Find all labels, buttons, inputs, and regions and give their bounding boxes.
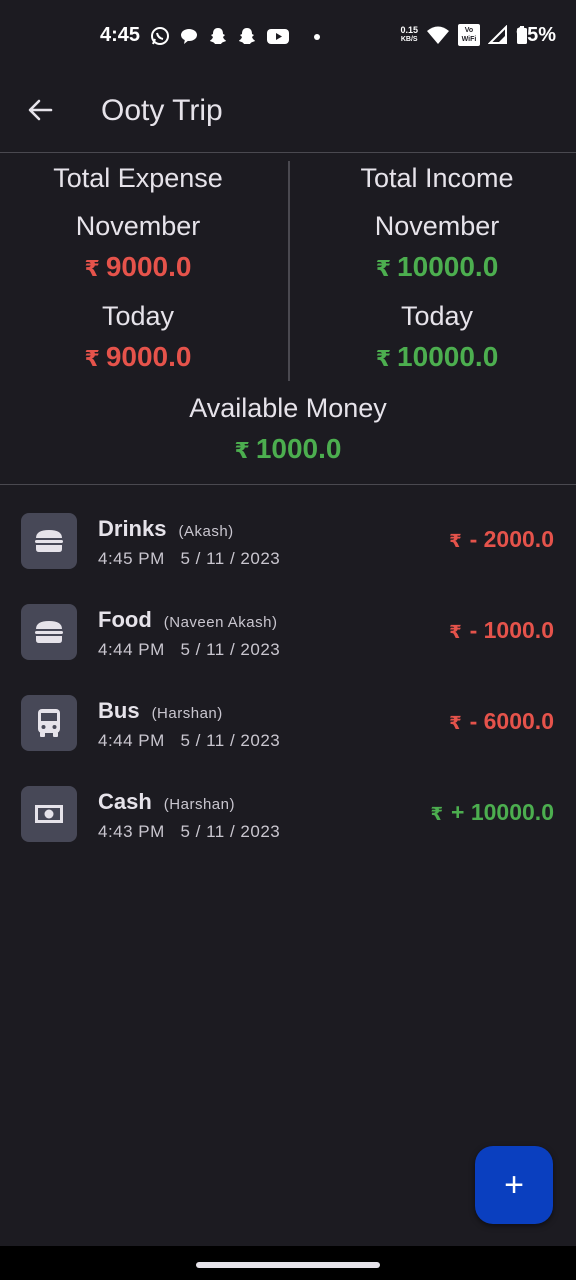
transaction-date: 5 / 11 / 2023 bbox=[180, 549, 281, 568]
cash-icon bbox=[35, 805, 63, 823]
transaction-datetime: 4:44 PM 5 / 11 / 2023 bbox=[98, 640, 280, 660]
available-money-amount: ₹1000.0 bbox=[0, 433, 576, 465]
available-money-value: 1000.0 bbox=[255, 433, 342, 464]
battery-percent: 95% bbox=[515, 24, 556, 46]
transaction-person: (Akash) bbox=[178, 523, 234, 540]
status-bar: 4:45 0.15 KB/S Vo WiFi 95% bbox=[0, 0, 576, 72]
transaction-datetime: 4:45 PM 5 / 11 / 2023 bbox=[98, 549, 280, 569]
transaction-amount-value: + 10000.0 bbox=[451, 799, 554, 825]
available-money-label: Available Money bbox=[189, 393, 387, 423]
transaction-name: Drinks bbox=[98, 516, 167, 541]
transaction-amount: ₹ - 6000.0 bbox=[449, 708, 554, 735]
expense-today-value: 9000.0 bbox=[105, 341, 192, 372]
rupee-icon: ₹ bbox=[375, 346, 392, 371]
dot-icon bbox=[314, 34, 320, 40]
transaction-amount-value: - 6000.0 bbox=[469, 708, 554, 734]
category-tile bbox=[21, 513, 77, 569]
transaction-person: (Naveen Akash) bbox=[163, 614, 278, 631]
transaction-title: Cash (Harshan) bbox=[98, 789, 235, 815]
income-month-amount: ₹10000.0 bbox=[293, 251, 576, 283]
category-tile bbox=[21, 695, 77, 751]
rupee-icon: ₹ bbox=[234, 438, 250, 463]
speed-unit: KB/S bbox=[400, 36, 418, 43]
transaction-title: Food (Naveen Akash) bbox=[98, 607, 278, 633]
transaction-date: 5 / 11 / 2023 bbox=[180, 731, 281, 750]
summary-panel: Total Expense November ₹9000.0 Today ₹90… bbox=[0, 153, 576, 485]
rupee-icon: ₹ bbox=[84, 256, 100, 281]
expense-month-value: 9000.0 bbox=[105, 251, 192, 282]
income-today-amount: ₹10000.0 bbox=[293, 341, 576, 373]
notification-icons bbox=[150, 26, 323, 46]
transaction-person: (Harshan) bbox=[163, 796, 235, 813]
transaction-row[interactable]: Food (Naveen Akash) 4:44 PM 5 / 11 / 2023… bbox=[0, 591, 576, 671]
snapchat-icon bbox=[210, 28, 226, 44]
burger-icon bbox=[35, 530, 63, 552]
add-transaction-button[interactable]: + bbox=[475, 1146, 553, 1224]
back-button[interactable] bbox=[22, 92, 58, 128]
income-heading: Total Income bbox=[360, 163, 514, 193]
income-today-label: Today bbox=[400, 301, 474, 331]
expense-today-label: Today bbox=[101, 301, 175, 331]
plus-icon: + bbox=[504, 1165, 524, 1204]
transaction-row[interactable]: Drinks (Akash) 4:45 PM 5 / 11 / 2023 ₹ - 2… bbox=[0, 500, 576, 580]
transaction-amount: ₹ + 10000.0 bbox=[431, 799, 555, 826]
home-gesture-handle[interactable] bbox=[196, 1262, 380, 1268]
transaction-amount: ₹ - 1000.0 bbox=[449, 617, 554, 644]
transaction-date: 5 / 11 / 2023 bbox=[180, 640, 281, 659]
speed-value: 0.15 bbox=[400, 25, 418, 35]
transaction-amount-value: - 1000.0 bbox=[469, 617, 554, 643]
transaction-row[interactable]: Cash (Harshan) 4:43 PM 5 / 11 / 2023 ₹ + 1… bbox=[0, 773, 576, 853]
summary-divider bbox=[288, 161, 290, 381]
expense-heading: Total Expense bbox=[53, 163, 223, 193]
rupee-icon: ₹ bbox=[430, 804, 444, 824]
transaction-row[interactable]: Bus (Harshan) 4:44 PM 5 / 11 / 2023 ₹ - 60… bbox=[0, 682, 576, 762]
rupee-icon: ₹ bbox=[449, 531, 462, 551]
arrow-left-icon bbox=[28, 99, 53, 121]
transaction-datetime: 4:44 PM 5 / 11 / 2023 bbox=[98, 731, 280, 751]
category-tile bbox=[21, 786, 77, 842]
network-speed: 0.15 KB/S bbox=[400, 26, 418, 44]
vowifi-icon: Vo WiFi bbox=[458, 24, 480, 46]
rupee-icon: ₹ bbox=[449, 713, 462, 733]
app-bar: Ooty Trip bbox=[0, 72, 576, 153]
transaction-title: Bus (Harshan) bbox=[98, 698, 223, 724]
transaction-name: Bus bbox=[98, 698, 140, 723]
income-month-label: November bbox=[374, 211, 500, 241]
bus-icon bbox=[38, 709, 60, 737]
signal-icon bbox=[488, 25, 507, 44]
expense-month-amount: ₹9000.0 bbox=[0, 251, 282, 283]
income-month-value: 10000.0 bbox=[397, 251, 499, 282]
transaction-name: Food bbox=[98, 607, 152, 632]
wifi-icon bbox=[427, 26, 449, 44]
system-icons: 0.15 KB/S Vo WiFi bbox=[400, 24, 528, 46]
snapchat-icon bbox=[239, 28, 255, 44]
navigation-bar bbox=[0, 1246, 576, 1280]
income-today-value: 10000.0 bbox=[397, 341, 499, 372]
transaction-time: 4:44 PM bbox=[98, 640, 165, 659]
transaction-time: 4:45 PM bbox=[98, 549, 165, 568]
transaction-amount: ₹ - 2000.0 bbox=[449, 526, 554, 553]
transaction-time: 4:43 PM bbox=[98, 822, 165, 841]
expense-month-label: November bbox=[75, 211, 201, 241]
rupee-icon: ₹ bbox=[449, 622, 462, 642]
category-tile bbox=[21, 604, 77, 660]
transaction-name: Cash bbox=[98, 789, 152, 814]
transaction-amount-value: - 2000.0 bbox=[469, 526, 554, 552]
status-time: 4:45 bbox=[100, 24, 141, 46]
transaction-person: (Harshan) bbox=[151, 705, 223, 722]
transaction-time: 4:44 PM bbox=[98, 731, 165, 750]
expense-today-amount: ₹9000.0 bbox=[0, 341, 282, 373]
youtube-icon bbox=[267, 29, 289, 44]
transaction-datetime: 4:43 PM 5 / 11 / 2023 bbox=[98, 822, 280, 842]
transaction-date: 5 / 11 / 2023 bbox=[180, 822, 281, 841]
whatsapp-icon bbox=[151, 27, 169, 45]
rupee-icon: ₹ bbox=[375, 256, 392, 281]
burger-icon bbox=[35, 621, 63, 643]
rupee-icon: ₹ bbox=[84, 346, 100, 371]
transaction-title: Drinks (Akash) bbox=[98, 516, 234, 542]
page-title: Ooty Trip bbox=[101, 94, 223, 127]
chat-icon bbox=[181, 29, 197, 44]
